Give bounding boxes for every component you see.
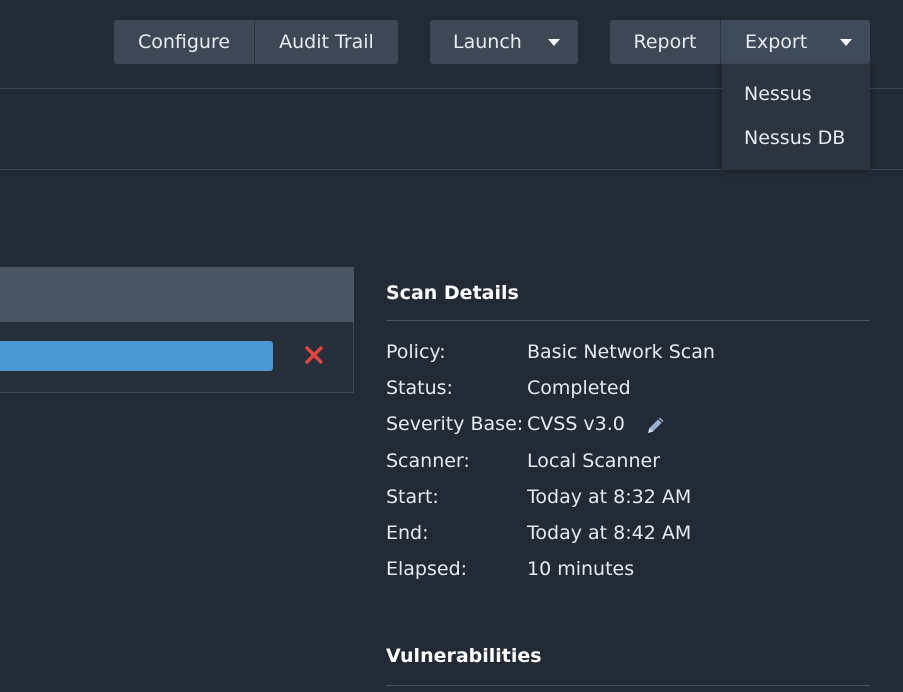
edit-pencil-icon[interactable]	[645, 414, 667, 436]
scan-page: Configure Audit Trail Launch Report Expo…	[0, 0, 903, 692]
export-label: Export	[745, 31, 808, 53]
detail-label: Start:	[386, 486, 439, 508]
detail-label: Elapsed:	[386, 558, 468, 580]
detail-row-policy: Policy: Basic Network Scan	[386, 341, 870, 367]
detail-row-elapsed: Elapsed: 10 minutes	[386, 558, 870, 584]
progress-panel-header	[0, 267, 354, 322]
detail-value: Today at 8:32 AM	[527, 486, 692, 508]
detail-value: CVSS v3.0	[527, 413, 625, 435]
export-button[interactable]: Export	[721, 20, 870, 64]
report-label: Report	[633, 31, 697, 53]
detail-row-severity-base: Severity Base: CVSS v3.0	[386, 413, 870, 439]
launch-label: Launch	[453, 31, 522, 53]
detail-label: Scanner:	[386, 450, 470, 472]
launch-button[interactable]: Launch	[430, 20, 578, 64]
detail-value: 10 minutes	[527, 558, 635, 580]
detail-row-end: End: Today at 8:42 AM	[386, 522, 870, 548]
detail-row-start: Start: Today at 8:32 AM	[386, 486, 870, 512]
detail-row-status: Status: Completed	[386, 377, 870, 403]
launch-chevron-down-icon	[547, 38, 560, 46]
audit-trail-button[interactable]: Audit Trail	[255, 20, 398, 64]
detail-label: Severity Base:	[386, 413, 524, 435]
detail-label: Status:	[386, 377, 453, 399]
cancel-close-icon[interactable]	[304, 345, 324, 365]
export-option-nessus-db[interactable]: Nessus DB	[744, 127, 845, 149]
detail-value: Local Scanner	[527, 450, 661, 472]
vulnerabilities-divider	[386, 685, 870, 686]
vulnerabilities-title: Vulnerabilities	[386, 645, 542, 667]
detail-row-scanner: Scanner: Local Scanner	[386, 450, 870, 476]
configure-button[interactable]: Configure	[114, 20, 254, 64]
detail-value: Completed	[527, 377, 631, 399]
export-option-nessus[interactable]: Nessus	[744, 83, 812, 105]
scan-progress-fill	[0, 341, 273, 371]
detail-label: End:	[386, 522, 429, 544]
audit-trail-label: Audit Trail	[279, 31, 374, 53]
scan-progress-bar	[0, 341, 273, 371]
configure-label: Configure	[137, 31, 231, 53]
scan-details-divider	[386, 320, 870, 321]
detail-value: Today at 8:42 AM	[527, 522, 692, 544]
report-button[interactable]: Report	[610, 20, 720, 64]
export-dropdown-menu: Nessus Nessus DB	[722, 64, 870, 170]
export-chevron-down-icon	[840, 38, 853, 46]
detail-value: Basic Network Scan	[527, 341, 715, 363]
detail-label: Policy:	[386, 341, 446, 363]
scan-details-title: Scan Details	[386, 282, 519, 304]
